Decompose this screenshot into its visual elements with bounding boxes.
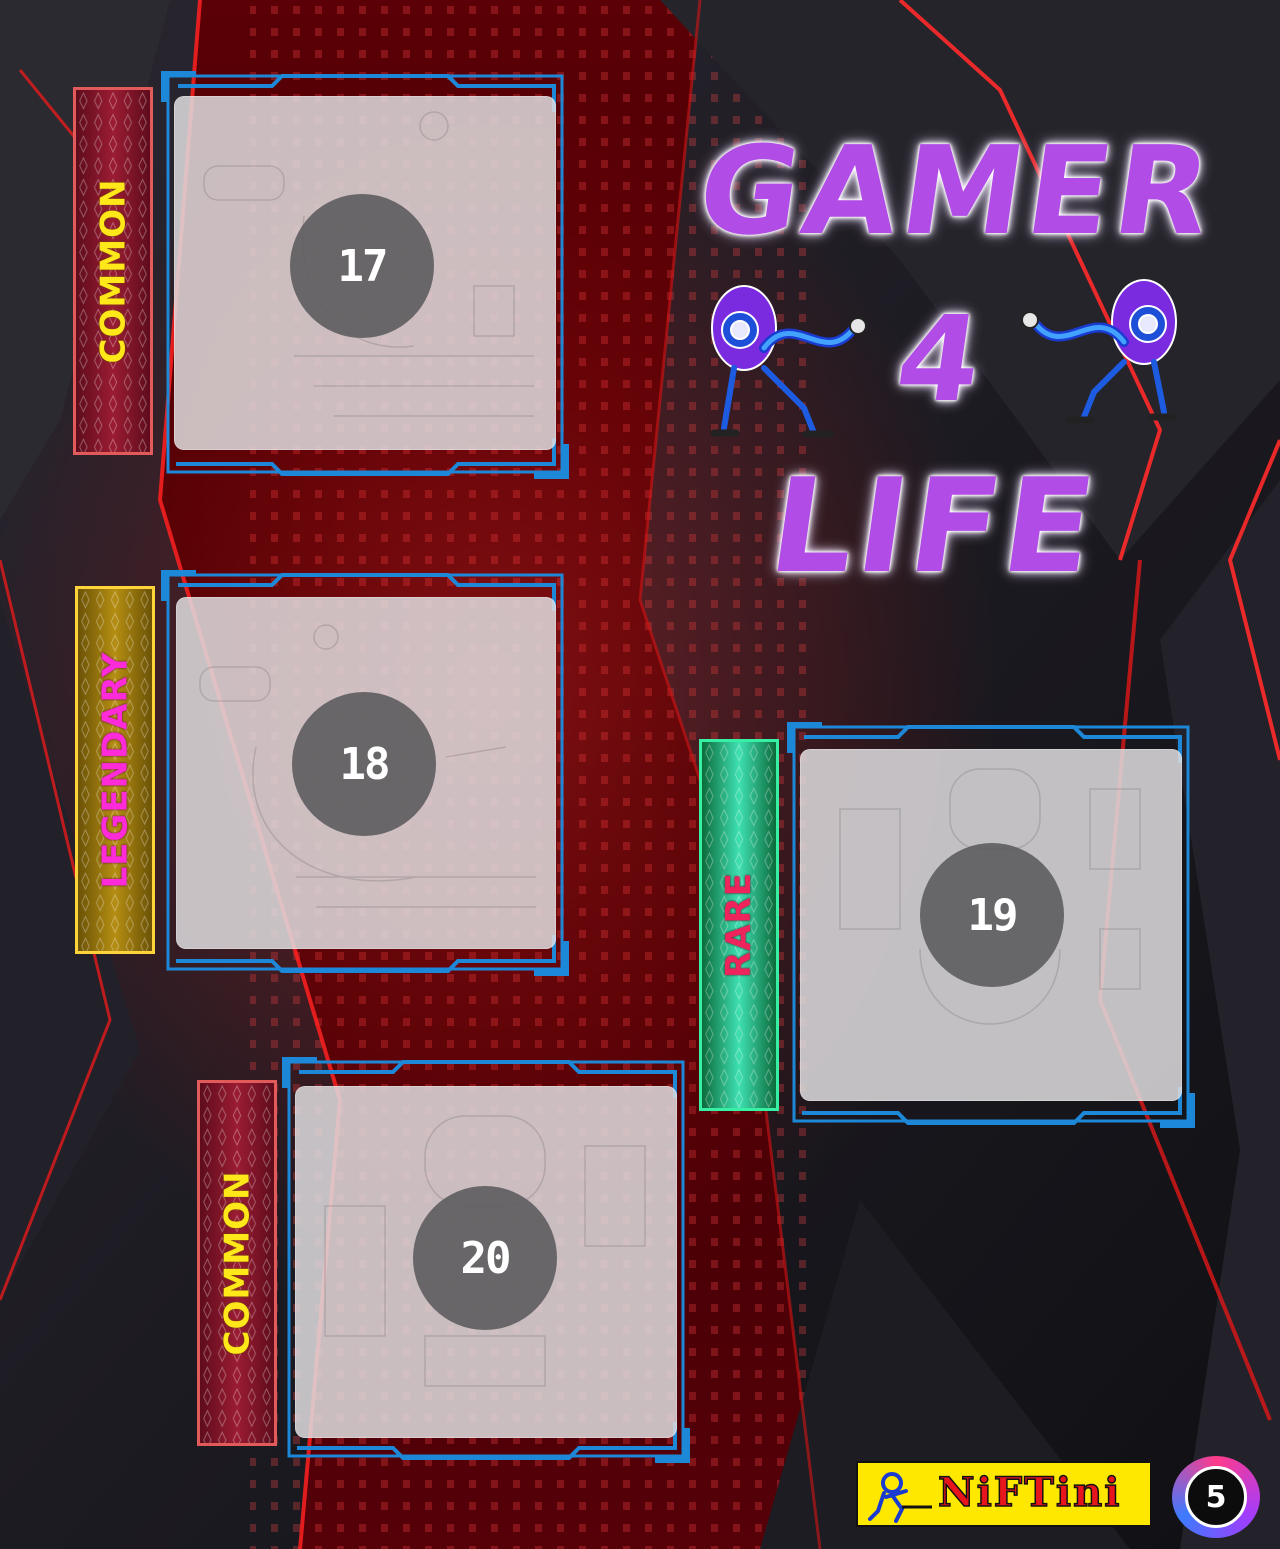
slot-number: 20	[460, 1232, 512, 1284]
card-slot-18[interactable]: 18	[161, 570, 569, 976]
rarity-banner-common: COMMON	[73, 87, 153, 455]
rarity-label: LEGENDARY	[95, 651, 135, 889]
card-slot-20[interactable]: 20	[282, 1057, 690, 1463]
page-number: 5	[1205, 1479, 1227, 1515]
card-placeholder: 20	[295, 1086, 677, 1438]
card-placeholder: 18	[176, 597, 556, 949]
title-life: LIFE	[761, 450, 1108, 602]
slot-number-badge: 20	[413, 1186, 557, 1330]
card-placeholder: 17	[174, 96, 556, 450]
page-number-badge: 5	[1172, 1456, 1260, 1538]
card-placeholder: 19	[800, 749, 1182, 1101]
slot-number: 17	[337, 240, 389, 292]
niftini-runner-icon	[868, 1472, 932, 1523]
card-slot-17[interactable]: 17	[161, 71, 569, 479]
slot-number: 18	[339, 738, 391, 790]
rarity-banner-legendary: LEGENDARY	[75, 586, 155, 954]
title-gamer: GAMER	[690, 120, 1224, 262]
slot-number: 19	[967, 889, 1019, 941]
slot-number-badge: 17	[290, 194, 434, 338]
rarity-banner-rare: RARE	[699, 739, 779, 1111]
page-number-circle: 5	[1185, 1466, 1247, 1528]
rarity-label: COMMON	[93, 178, 134, 364]
rarity-label: COMMON	[217, 1170, 258, 1356]
card-slot-19[interactable]: 19	[787, 722, 1195, 1128]
slot-number-badge: 19	[920, 843, 1064, 987]
rarity-label: RARE	[719, 872, 759, 978]
blue-ghost-mascot-icon	[1021, 279, 1178, 424]
brand-logo-bar: NiFTini	[856, 1461, 1152, 1527]
slot-number-badge: 18	[292, 692, 436, 836]
blue-ghost-mascot-icon	[710, 285, 867, 438]
brand-name: NiFTini	[937, 1468, 1122, 1517]
rarity-banner-common: COMMON	[197, 1080, 277, 1446]
